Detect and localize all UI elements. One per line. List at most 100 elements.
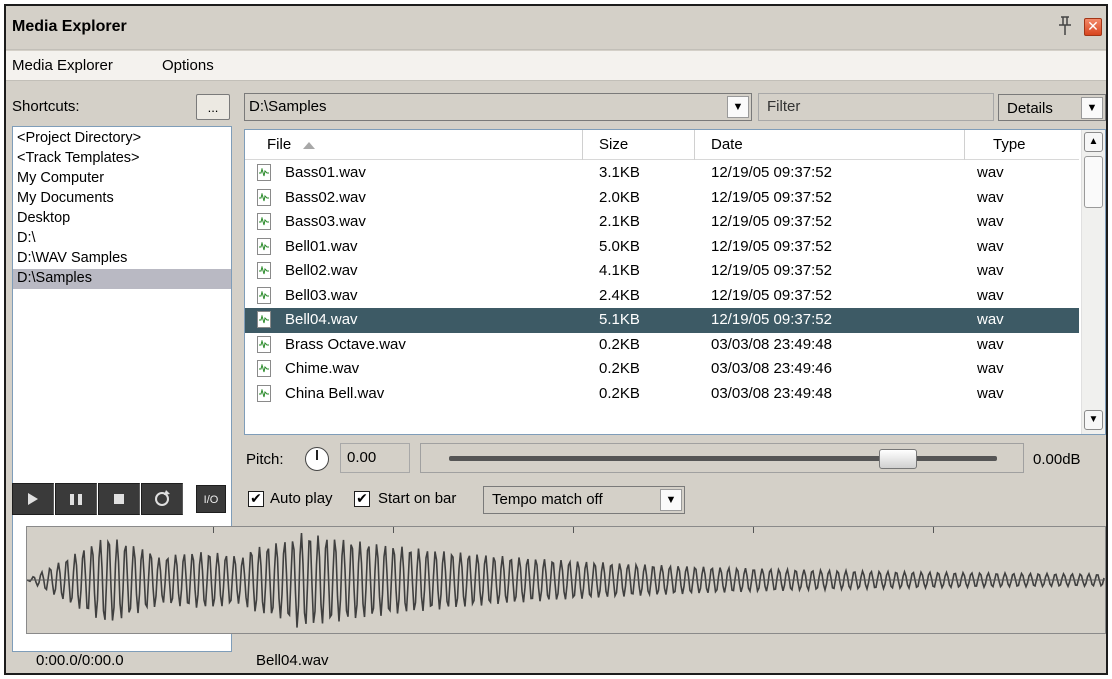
- cell-date: 12/19/05 09:37:52: [711, 311, 832, 328]
- column-header-size[interactable]: Size: [583, 130, 695, 160]
- shortcut-item[interactable]: My Documents: [13, 189, 231, 209]
- cell-date: 12/19/05 09:37:52: [711, 237, 832, 255]
- pitch-knob[interactable]: [305, 447, 329, 471]
- wav-file-icon: [257, 164, 271, 181]
- stop-button[interactable]: [98, 483, 140, 515]
- title-bar[interactable]: Media Explorer ✕: [6, 6, 1106, 50]
- menu-media-explorer[interactable]: Media Explorer: [12, 57, 113, 74]
- cell-type: wav: [977, 262, 1004, 279]
- tempo-match-select[interactable]: Tempo match off ▼: [483, 486, 685, 514]
- cell-size: 3.1KB: [599, 164, 640, 181]
- shortcuts-label: Shortcuts:: [12, 98, 80, 115]
- cell-date: 12/19/05 09:37:52: [711, 213, 832, 230]
- cell-file: Chime.wav: [285, 360, 360, 377]
- pause-button[interactable]: [55, 483, 97, 515]
- cell-file: Bass01.wav: [285, 164, 366, 181]
- cell-file: Bass02.wav: [285, 188, 366, 206]
- chevron-down-icon[interactable]: ▼: [660, 489, 682, 511]
- menu-options[interactable]: Options: [162, 57, 214, 74]
- pin-icon[interactable]: [1058, 16, 1072, 36]
- wav-file-icon: [257, 384, 271, 402]
- cell-date: 12/19/05 09:37:52: [711, 164, 832, 181]
- volume-slider[interactable]: [420, 443, 1024, 473]
- wav-file-icon: [257, 335, 271, 353]
- cell-size: 5.0KB: [599, 237, 640, 255]
- table-row[interactable]: Bass03.wav 2.1KB 12/19/05 09:37:52 wav: [245, 210, 1079, 235]
- media-explorer-window: Media Explorer ✕ Media Explorer Options …: [4, 4, 1108, 675]
- scroll-up-icon[interactable]: ▲: [1084, 132, 1103, 152]
- table-row[interactable]: Bass01.wav 3.1KB 12/19/05 09:37:52 wav: [245, 161, 1079, 186]
- shortcut-item[interactable]: My Computer: [13, 169, 231, 189]
- wav-file-icon: [257, 360, 271, 377]
- cell-size: 0.2KB: [599, 335, 640, 353]
- tempo-match-value: Tempo match off: [492, 491, 603, 508]
- chevron-down-icon[interactable]: ▼: [1081, 97, 1103, 119]
- play-button[interactable]: [12, 483, 54, 515]
- cell-file: Bell03.wav: [285, 286, 358, 304]
- cell-size: 2.1KB: [599, 213, 640, 230]
- column-header-type[interactable]: Type: [965, 130, 1079, 160]
- current-file-readout: Bell04.wav: [256, 652, 329, 669]
- shortcut-item[interactable]: <Project Directory>: [13, 129, 231, 149]
- table-row-selected[interactable]: Bell04.wav 5.1KB 12/19/05 09:37:52 wav: [245, 308, 1079, 333]
- shortcut-item[interactable]: D:\: [13, 229, 231, 249]
- wav-file-icon: [257, 262, 271, 279]
- shortcut-item[interactable]: D:\WAV Samples: [13, 249, 231, 269]
- window-title: Media Explorer: [12, 18, 127, 35]
- table-row[interactable]: Bell01.wav 5.0KB 12/19/05 09:37:52 wav: [245, 235, 1079, 260]
- table-row[interactable]: Bass02.wav 2.0KB 12/19/05 09:37:52 wav: [245, 186, 1079, 211]
- column-header-size-label: Size: [599, 136, 629, 153]
- cell-size: 4.1KB: [599, 262, 640, 279]
- shortcuts-browse-button[interactable]: ...: [196, 94, 230, 120]
- chevron-down-icon[interactable]: ▼: [727, 96, 749, 118]
- auto-play-label: Auto play: [270, 490, 333, 507]
- cell-date: 03/03/08 23:49:46: [711, 360, 832, 377]
- path-combobox[interactable]: D:\Samples ▼: [244, 93, 752, 121]
- shortcut-item-selected[interactable]: D:\Samples: [13, 269, 231, 289]
- cell-size: 0.2KB: [599, 384, 640, 402]
- wav-file-icon: [257, 188, 271, 206]
- column-header-type-label: Type: [993, 136, 1026, 153]
- wav-file-icon: [257, 237, 271, 255]
- table-row[interactable]: Chime.wav 0.2KB 03/03/08 23:49:46 wav: [245, 357, 1079, 382]
- cell-type: wav: [977, 213, 1004, 230]
- column-header-file[interactable]: File: [245, 130, 583, 160]
- shortcut-item[interactable]: <Track Templates>: [13, 149, 231, 169]
- cell-type: wav: [977, 237, 1004, 255]
- repeat-button[interactable]: [141, 483, 183, 515]
- path-value: D:\Samples: [249, 98, 327, 115]
- table-row[interactable]: Brass Octave.wav 0.2KB 03/03/08 23:49:48 wa…: [245, 333, 1079, 358]
- view-mode-select[interactable]: Details ▼: [998, 94, 1106, 121]
- cell-size: 2.0KB: [599, 188, 640, 206]
- start-on-bar-checkbox[interactable]: ✔: [354, 491, 370, 507]
- waveform-display[interactable]: [26, 526, 1106, 634]
- scroll-down-icon[interactable]: ▼: [1084, 410, 1103, 430]
- menu-bar: Media Explorer Options: [6, 51, 1106, 81]
- scroll-thumb[interactable]: [1084, 156, 1103, 208]
- table-row[interactable]: Bell03.wav 2.4KB 12/19/05 09:37:52 wav: [245, 284, 1079, 309]
- stop-icon: [114, 494, 124, 504]
- cell-type: wav: [977, 335, 1004, 353]
- pitch-label: Pitch:: [246, 451, 284, 468]
- volume-slider-thumb[interactable]: [879, 449, 918, 469]
- table-row[interactable]: China Bell.wav 0.2KB 03/03/08 23:49:48 wav: [245, 382, 1079, 407]
- cell-type: wav: [977, 188, 1004, 206]
- cell-file: China Bell.wav: [285, 384, 385, 402]
- cell-file: Bell02.wav: [285, 262, 358, 279]
- cell-file: Bass03.wav: [285, 213, 366, 230]
- ruler-tick: [573, 527, 574, 533]
- close-icon[interactable]: ✕: [1084, 18, 1102, 36]
- cell-date: 12/19/05 09:37:52: [711, 262, 832, 279]
- column-header-date[interactable]: Date: [695, 130, 965, 160]
- filter-input[interactable]: Filter: [758, 93, 994, 121]
- pitch-value: 0.00: [347, 449, 377, 466]
- wav-file-icon: [257, 286, 271, 304]
- auto-play-checkbox[interactable]: ✔: [248, 491, 264, 507]
- pitch-value-field[interactable]: 0.00: [340, 443, 410, 473]
- time-readout: 0:00.0/0:00.0: [36, 652, 124, 669]
- cell-file: Bell04.wav: [285, 311, 358, 328]
- io-button[interactable]: I/O: [196, 485, 226, 513]
- shortcut-item[interactable]: Desktop: [13, 209, 231, 229]
- table-row[interactable]: Bell02.wav 4.1KB 12/19/05 09:37:52 wav: [245, 259, 1079, 284]
- vertical-scrollbar[interactable]: ▲ ▼: [1081, 130, 1105, 434]
